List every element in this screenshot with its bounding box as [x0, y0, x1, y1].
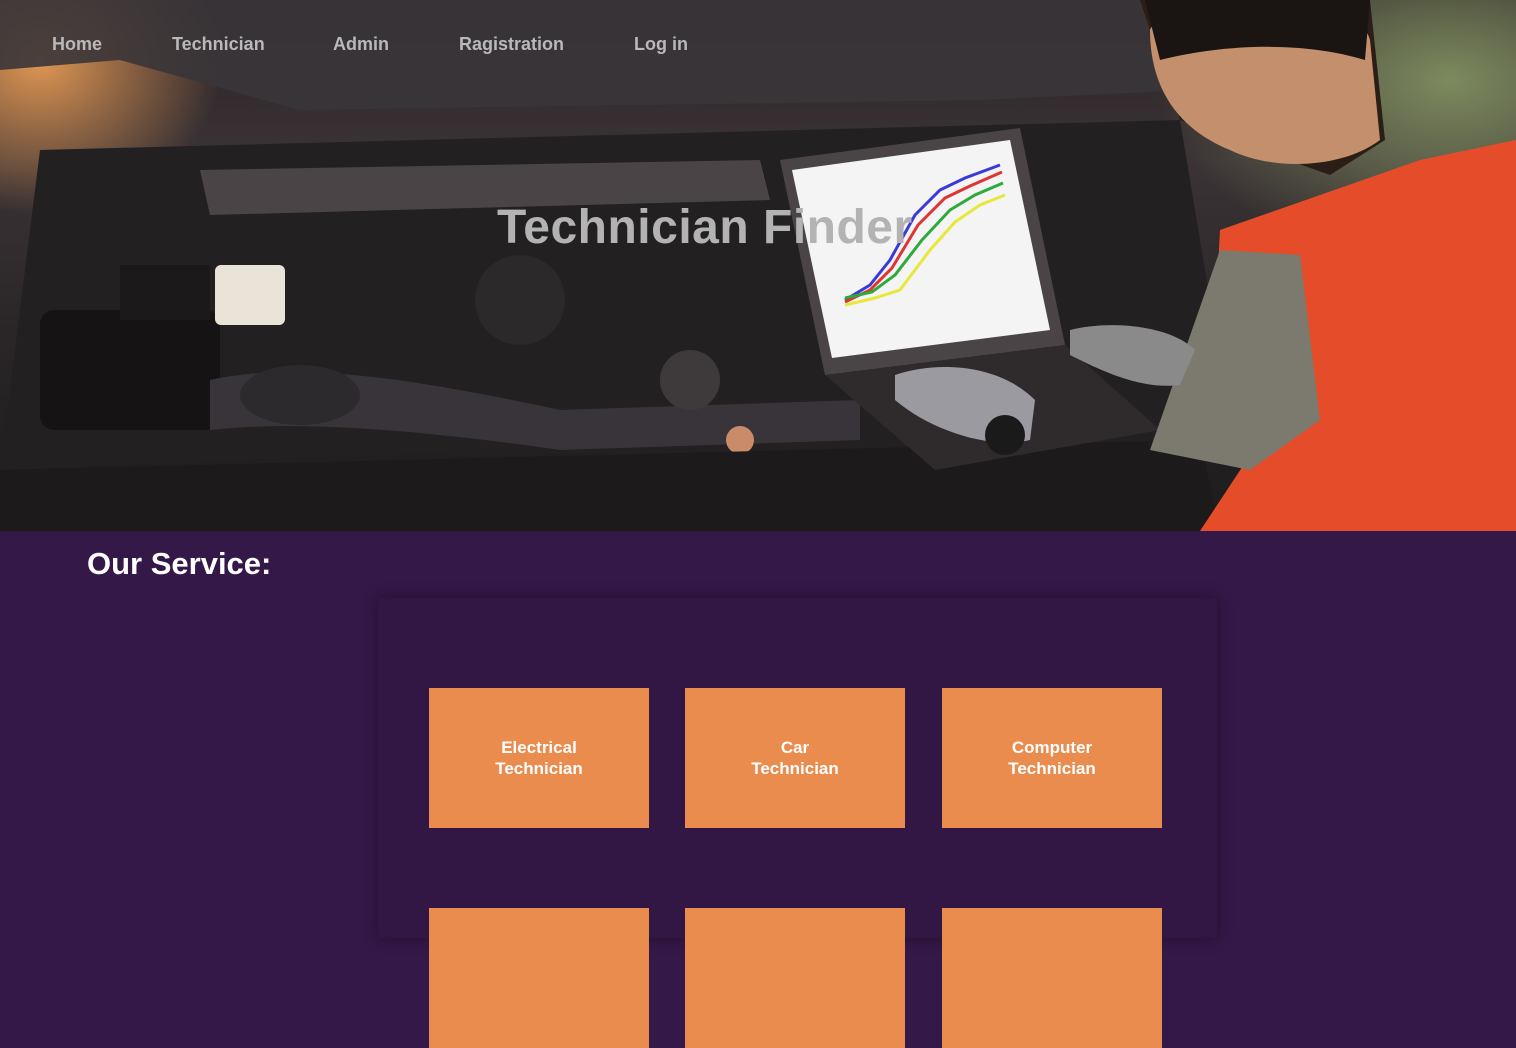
- nav-home-link[interactable]: Home: [52, 34, 102, 55]
- service-card-electrical[interactable]: Electrical Technician: [429, 688, 649, 828]
- nav-admin-link[interactable]: Admin: [333, 34, 389, 55]
- service-card-car[interactable]: Car Technician: [685, 688, 905, 828]
- services-panel: Electrical Technician Car Technician Com…: [378, 598, 1217, 1048]
- service-card-label: Computer Technician: [1008, 738, 1096, 778]
- service-card-row2-2[interactable]: [685, 908, 905, 1048]
- service-card-label: Electrical Technician: [495, 738, 583, 778]
- service-card-label: Car Technician: [751, 738, 839, 778]
- services-heading: Our Service:: [87, 546, 272, 581]
- main-navigation: Home Technician Admin Ragistration Log i…: [0, 0, 760, 90]
- nav-login-link[interactable]: Log in: [634, 34, 688, 55]
- nav-registration-link[interactable]: Ragistration: [459, 34, 564, 55]
- service-card-computer[interactable]: Computer Technician: [942, 688, 1162, 828]
- service-card-row2-1[interactable]: [429, 908, 649, 1048]
- service-card-row2-3[interactable]: [942, 908, 1162, 1048]
- hero-title: Technician Finder: [497, 201, 913, 254]
- hero-banner: Home Technician Admin Ragistration Log i…: [0, 0, 1516, 531]
- nav-technician-link[interactable]: Technician: [172, 34, 265, 55]
